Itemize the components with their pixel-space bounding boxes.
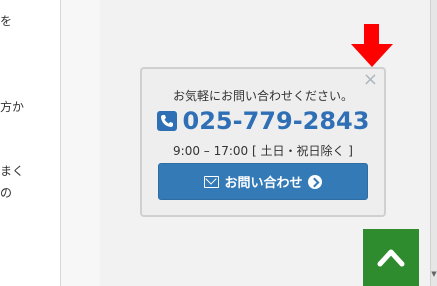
envelope-icon — [204, 175, 220, 188]
text-fragment: の — [0, 186, 13, 200]
contact-popup: × お気軽にお問い合わせください。 025-779-2843 9:00 – 17… — [140, 67, 386, 217]
text-fragment: 方か — [0, 100, 25, 114]
left-content-pane: を 方か まく の — [0, 0, 61, 286]
text-fragment: を — [0, 14, 13, 28]
scroll-down-arrow-icon[interactable]: ▼ — [431, 270, 437, 280]
contact-button[interactable]: お問い合わせ — [158, 163, 368, 200]
text-fragment: まく — [0, 164, 25, 178]
business-hours: 9:00 – 17:00 [ 土日・祝日除く ] — [173, 144, 353, 158]
red-down-arrow-icon — [349, 24, 395, 72]
scrollbar[interactable]: ▼ — [430, 0, 437, 286]
arrow-circle-right-icon — [307, 174, 322, 189]
phone-number[interactable]: 025-779-2843 — [183, 107, 370, 135]
popup-message: お気軽にお問い合わせください。 — [172, 89, 353, 103]
phone-square-icon — [156, 111, 177, 131]
content-gutter — [61, 0, 100, 286]
phone-number-row[interactable]: 025-779-2843 — [142, 107, 384, 135]
contact-button-label: お問い合わせ — [224, 176, 303, 191]
back-to-top-button[interactable] — [363, 229, 419, 286]
chevron-up-icon — [377, 249, 405, 267]
